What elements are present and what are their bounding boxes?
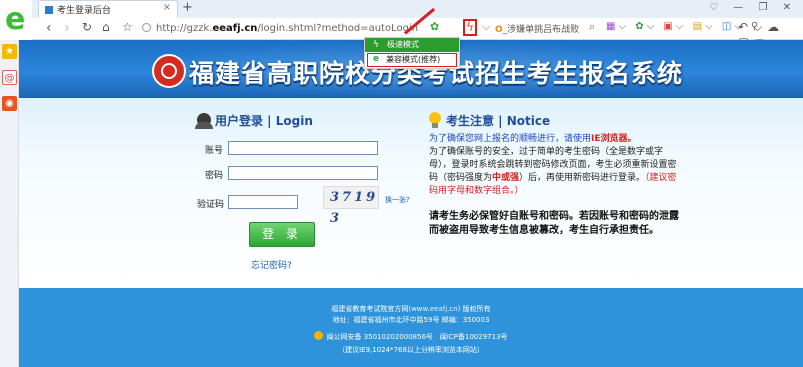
search-text: _涉嫌单挑吕布战败 xyxy=(502,25,580,35)
footer-address: 地址：福建省福州市北环中路59号 邮编：350003 xyxy=(332,316,490,324)
password-label: 密码 xyxy=(205,171,224,181)
compat-mode-icon[interactable]: ✿ xyxy=(430,20,442,34)
window-controls[interactable]: ♡ — ❐ ✕ xyxy=(709,2,797,13)
favorite-star-icon[interactable]: ☆ xyxy=(122,20,133,34)
tab-title: 考生登录后台 xyxy=(57,6,112,16)
search-input[interactable]: O_涉嫌单挑吕布战败 xyxy=(495,22,585,36)
notice-warning: 请考生务必保管好自账号和密码。若因账号和密码的泄露而被盗用导致考生信息被篡改，考… xyxy=(429,211,679,236)
lightbulb-icon xyxy=(429,112,441,128)
footer-filing: 闽公网安备 35010202000856号 闽ICP备10029713号 xyxy=(19,331,803,342)
compat-e-icon: e xyxy=(373,54,380,64)
notice-paragraph-2: 为了确保账号的安全，过于简单的考生密码（全是数字或字母），登录时系统会跳转到密码… xyxy=(429,147,677,196)
notice-heading: 考生注意 | Notice xyxy=(429,112,679,129)
emblem-logo-icon xyxy=(152,54,186,88)
account-label: 账号 xyxy=(205,146,224,156)
notice-panel: 考生注意 | Notice 为了确保您网上报名的顺畅进行，请使用IE浏览器。 为… xyxy=(429,112,679,238)
browser-tab[interactable]: 考生登录后台 × xyxy=(38,0,178,18)
bolt-icon: ϟ xyxy=(373,40,379,50)
back-icon[interactable]: ‹ xyxy=(46,20,52,36)
footer-site-link[interactable]: www.eeafj.cn xyxy=(411,305,458,313)
mode-dropdown-menu: ϟ 极速模式 e 兼容模式(推荐) xyxy=(364,37,460,69)
captcha-input[interactable] xyxy=(228,195,298,209)
url-host: eeafj.cn xyxy=(212,23,258,34)
speed-mode-bolt-icon[interactable]: ϟ xyxy=(463,19,477,36)
forgot-password-link[interactable]: 忘记密码? xyxy=(251,258,292,271)
forward-icon[interactable]: › xyxy=(64,20,70,36)
compat-mode-item[interactable]: e 兼容模式(推荐) xyxy=(367,53,457,67)
search-icon[interactable]: ⌕ xyxy=(589,20,595,34)
footer-copyright: 福建省教育考试院官方网(www.eeafj.cn) 版权所有 xyxy=(331,305,491,313)
notice-paragraph-1: 为了确保您网上报名的顺畅进行，请使用IE浏览器。 xyxy=(429,134,637,144)
captcha-label: 验证码 xyxy=(197,200,225,210)
url-path: /login.shtml?method=autoLogin xyxy=(257,23,419,34)
main-content: 用户登录 | Login 账号 密码 验证码 3719 3 换一张? 登 录 忘… xyxy=(19,98,803,288)
globe-icon xyxy=(142,23,151,32)
footer-icp-record[interactable]: 闽ICP备10029713号 xyxy=(440,333,508,341)
address-bar[interactable]: http://gzzk.eeafj.cn/login.shtml?method=… xyxy=(142,21,422,37)
browser-logo-icon: e xyxy=(0,0,32,40)
password-input[interactable] xyxy=(228,166,378,180)
captcha-image[interactable]: 3719 3 xyxy=(323,186,379,226)
tab-close-icon[interactable]: × xyxy=(163,2,171,13)
browser-titlebar: 考生登录后台 × + ♡ — ❐ ✕ xyxy=(0,0,803,18)
login-button[interactable]: 登 录 xyxy=(249,222,315,247)
police-badge-icon xyxy=(314,331,324,340)
browser-sidebar: ★ @ ◉ xyxy=(0,40,19,367)
weibo-eye-icon[interactable]: ◉ xyxy=(2,96,17,111)
account-input[interactable] xyxy=(228,141,378,155)
url-plain: http://gzzk. xyxy=(156,23,213,34)
web-page: 福建省高职院校分类考试招生考生报名系统 用户登录 | Login 账号 密码 验… xyxy=(19,40,803,367)
site-footer: 福建省教育考试院官方网(www.eeafj.cn) 版权所有 地址：福建省福州市… xyxy=(19,288,803,367)
login-heading: 用户登录 | Login xyxy=(195,112,313,129)
favorites-star-icon[interactable]: ★ xyxy=(2,44,17,59)
footer-browser-tip: （建议IE9,1024*768以上分辨率浏览本网站） xyxy=(338,346,484,354)
new-tab-button[interactable]: + xyxy=(182,0,193,15)
footer-police-record[interactable]: 闽公网安备 35010202000856号 xyxy=(326,333,433,341)
refresh-captcha-link[interactable]: 换一张? xyxy=(385,195,410,205)
speed-mode-item[interactable]: ϟ 极速模式 xyxy=(365,38,459,52)
user-icon xyxy=(195,113,213,129)
reload-icon[interactable]: ↻ xyxy=(82,20,92,34)
chevron-down-icon[interactable]: ⌵ xyxy=(482,20,490,34)
home-icon[interactable]: ⌂ xyxy=(102,20,110,34)
weibo-at-icon[interactable]: @ xyxy=(2,70,17,85)
page-favicon-icon xyxy=(45,6,53,14)
